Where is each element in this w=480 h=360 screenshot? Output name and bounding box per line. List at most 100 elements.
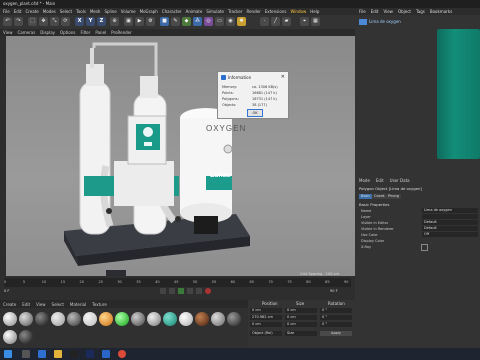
view-menu-item[interactable]: Cameras [18, 30, 36, 35]
size-z-field[interactable]: 0 cm [285, 322, 317, 327]
app-icon[interactable] [102, 350, 110, 358]
material-menu-item[interactable]: Edit [22, 302, 30, 307]
material-swatch[interactable] [115, 312, 129, 326]
menu-item[interactable]: Character [162, 9, 182, 14]
menu-item[interactable]: Animate [186, 9, 203, 14]
edges-mode-icon[interactable]: ╱ [271, 17, 280, 26]
close-icon[interactable]: ✕ [281, 74, 285, 80]
menu-item[interactable]: Create [25, 9, 38, 14]
timeline-ruler[interactable]: 0 5 10 15 20 25 30 35 40 45 50 55 60 65 70 75 80 85 90 [4, 278, 351, 287]
menu-item[interactable]: File [3, 9, 10, 14]
layer-field[interactable] [422, 214, 478, 219]
workplane-icon[interactable]: ▦ [311, 17, 320, 26]
menu-item[interactable]: Volume [121, 9, 136, 14]
pen-icon[interactable]: ✎ [171, 17, 180, 26]
deformer-icon[interactable]: ◎ [204, 17, 213, 26]
last-frame-icon[interactable] [196, 288, 202, 294]
x-app-icon[interactable] [70, 350, 78, 358]
prev-frame-icon[interactable] [169, 288, 175, 294]
rotation-b-field[interactable]: 0 ° [320, 322, 352, 327]
material-swatch[interactable] [163, 312, 177, 326]
material-swatch[interactable] [67, 312, 81, 326]
points-mode-icon[interactable]: · [260, 17, 269, 26]
render-picture-icon[interactable]: ▶ [135, 17, 144, 26]
material-swatch[interactable] [19, 330, 33, 344]
menu-item[interactable]: Modes [43, 9, 56, 14]
coordinate-system-icon[interactable]: ⊕ [110, 17, 119, 26]
material-swatch[interactable] [3, 330, 17, 344]
material-swatch[interactable] [99, 312, 113, 326]
size-x-field[interactable]: 0 cm [285, 308, 317, 313]
render-settings-icon[interactable]: ⚙ [146, 17, 155, 26]
material-menu-item[interactable]: Texture [92, 302, 107, 307]
attribute-menu-item[interactable]: User Data [390, 178, 410, 183]
menu-item[interactable]: Extensions [265, 9, 287, 14]
x-axis-toggle[interactable]: X [75, 17, 84, 26]
object-menu-item[interactable]: File [359, 9, 366, 14]
scale-icon[interactable]: ⤡ [50, 17, 59, 26]
material-swatch[interactable] [35, 312, 49, 326]
rotate-icon[interactable]: ⟳ [61, 17, 70, 26]
start-icon[interactable] [4, 350, 12, 358]
array-icon[interactable]: ⁂ [193, 17, 202, 26]
material-swatch[interactable] [179, 312, 193, 326]
menu-item[interactable]: Simulate [206, 9, 224, 14]
folder-icon[interactable] [54, 350, 62, 358]
menu-item[interactable]: Edit [14, 9, 22, 14]
object-menu-item[interactable]: Edit [371, 9, 379, 14]
first-frame-icon[interactable] [160, 288, 166, 294]
ok-button[interactable]: OK [247, 109, 263, 117]
search-icon[interactable] [22, 350, 30, 358]
position-z-field[interactable]: 0 cm [250, 322, 282, 327]
light-icon[interactable]: ✺ [237, 17, 246, 26]
material-swatch[interactable] [227, 312, 241, 326]
object-menu-item[interactable]: Object [398, 9, 411, 14]
material-menu-item[interactable]: Select [52, 302, 64, 307]
use-color-select[interactable]: Off [422, 232, 478, 237]
object-item[interactable]: Lima de oxygen [369, 19, 401, 24]
menu-item[interactable]: Mesh [90, 9, 101, 14]
coord-mode-select[interactable]: Object (Rel) [250, 331, 282, 336]
object-menu-item[interactable]: Bookmarks [430, 9, 452, 14]
material-swatch[interactable] [147, 312, 161, 326]
start-frame[interactable]: 0 F [4, 289, 9, 293]
apply-button[interactable]: Apply [320, 331, 352, 336]
play-icon[interactable] [178, 288, 184, 294]
floor-icon[interactable]: ▭ [215, 17, 224, 26]
chrome-icon[interactable] [118, 350, 126, 358]
menu-item[interactable]: Render [246, 9, 260, 14]
z-axis-toggle[interactable]: Z [97, 17, 106, 26]
camera-icon[interactable]: ◉ [226, 17, 235, 26]
material-menu-item[interactable]: View [36, 302, 46, 307]
material-swatch[interactable] [211, 312, 225, 326]
record-icon[interactable] [205, 288, 211, 294]
object-menu-item[interactable]: Tags [416, 9, 425, 14]
edge-icon[interactable] [38, 350, 46, 358]
viewport[interactable]: OXYGEN Lunas [6, 36, 355, 276]
menu-item[interactable]: MoGraph [140, 9, 158, 14]
rotation-h-field[interactable]: 0 ° [320, 308, 352, 313]
name-field[interactable]: Lima de oxygen [422, 208, 478, 213]
menu-item[interactable]: Spline [104, 9, 116, 14]
view-menu-item[interactable]: Filter [80, 30, 90, 35]
material-swatch[interactable] [3, 312, 17, 326]
next-frame-icon[interactable] [187, 288, 193, 294]
tab-phong[interactable]: Phong [386, 194, 401, 199]
menu-item[interactable]: Select [60, 9, 72, 14]
position-y-field[interactable]: 270.982 cm [250, 315, 282, 320]
material-menu-item[interactable]: Create [3, 302, 16, 307]
size-y-field[interactable]: 0 cm [285, 315, 317, 320]
position-x-field[interactable]: 0 cm [250, 308, 282, 313]
redo-icon[interactable]: ↷ [14, 17, 23, 26]
view-menu-item[interactable]: ProRender [111, 30, 132, 35]
attribute-menu-item[interactable]: Edit [376, 178, 384, 183]
view-menu-item[interactable]: Options [60, 30, 75, 35]
move-icon[interactable]: ✥ [39, 17, 48, 26]
visible-renderer-select[interactable]: Default [422, 226, 478, 231]
material-swatch[interactable] [51, 312, 65, 326]
tab-basic[interactable]: Basic [359, 194, 373, 199]
menu-item[interactable]: Help [310, 9, 319, 14]
menu-item[interactable]: Tools [76, 9, 86, 14]
subdivision-icon[interactable]: ◆ [182, 17, 191, 26]
rotation-p-field[interactable]: 0 ° [320, 315, 352, 320]
